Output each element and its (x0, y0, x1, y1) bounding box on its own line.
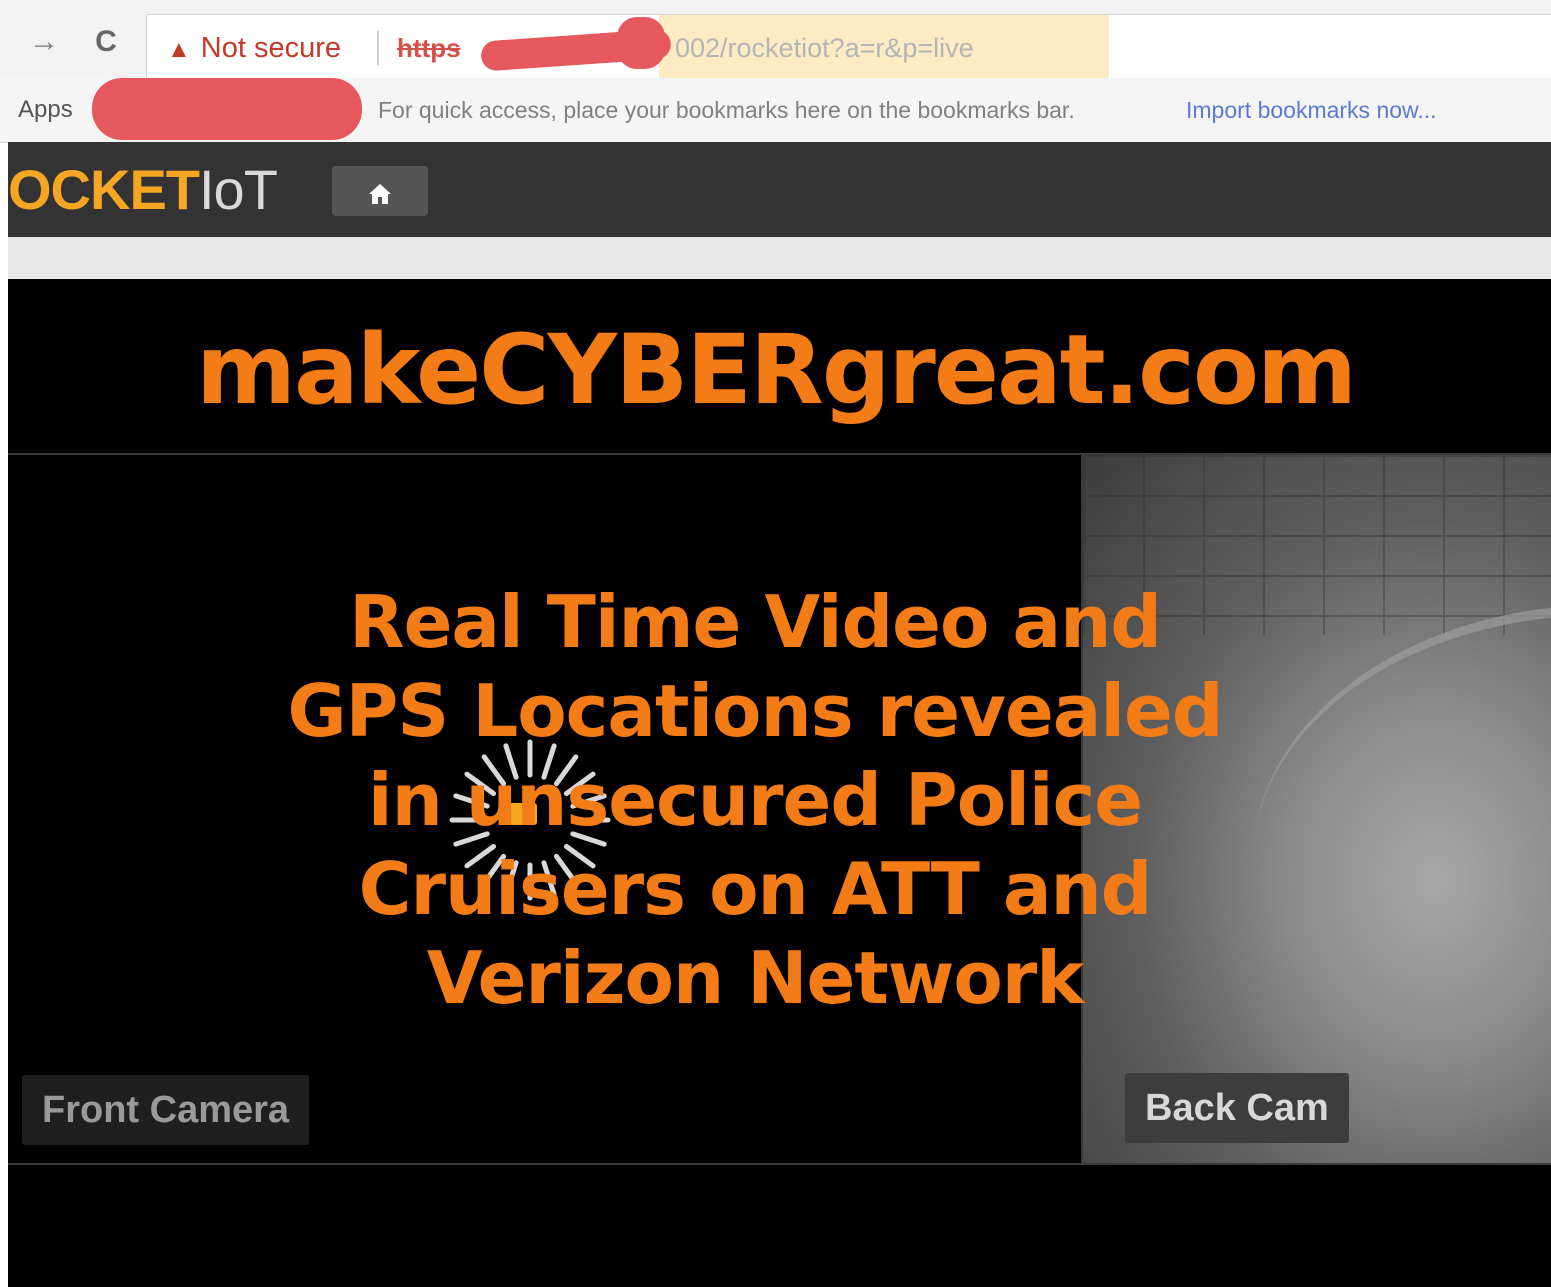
apps-shortcut[interactable]: Apps (18, 94, 73, 126)
url-path: 002/rocketiot?a=r&p=live (675, 33, 974, 63)
forward-button[interactable]: → (24, 22, 64, 62)
brand-logo[interactable]: OCKETIoT (8, 158, 278, 221)
security-warning-text: Not secure (200, 32, 341, 64)
site-watermark: makeCYBERgreat.com (195, 314, 1357, 426)
url-scheme: https (397, 33, 461, 63)
back-camera-label: Back Cam (1125, 1073, 1349, 1143)
headline-line: Verizon Network (426, 936, 1084, 1020)
brand-rocket-text: OCKET (8, 158, 200, 221)
reload-button[interactable]: C (86, 22, 126, 62)
home-icon (369, 183, 391, 204)
headline-line: in unsecured Police (367, 758, 1143, 842)
bookmarks-hint: For quick access, place your bookmarks h… (378, 97, 1075, 123)
address-bar[interactable]: ▲ Not secure https 002/rocketiot?a=r&p=li… (146, 14, 1551, 95)
warning-icon: ▲ (167, 36, 191, 63)
app-subheader (8, 237, 1551, 279)
browser-toolbar: → C ▲ Not secure https 002/rocketiot?a=r&… (0, 0, 1551, 95)
redaction-mark (92, 78, 362, 140)
omnibox-divider (377, 31, 379, 65)
security-indicator[interactable]: ▲ Not secure (167, 30, 341, 66)
front-camera-label: Front Camera (22, 1075, 310, 1145)
headline-line: Real Time Video and (349, 580, 1162, 664)
import-bookmarks-link[interactable]: Import bookmarks now... (1186, 94, 1437, 126)
bookmarks-bar: Apps For quick access, place your bookma… (0, 78, 1551, 143)
headline-overlay: Real Time Video and GPS Locations reveal… (180, 578, 1330, 1023)
headline-line: Cruisers on ATT and (358, 847, 1153, 931)
headline-line: GPS Locations revealed (287, 669, 1224, 753)
brand-iot-text: IoT (199, 158, 278, 221)
redaction-mark (617, 17, 665, 69)
app-navbar: OCKETIoT (8, 142, 1551, 237)
home-button[interactable] (332, 166, 428, 216)
